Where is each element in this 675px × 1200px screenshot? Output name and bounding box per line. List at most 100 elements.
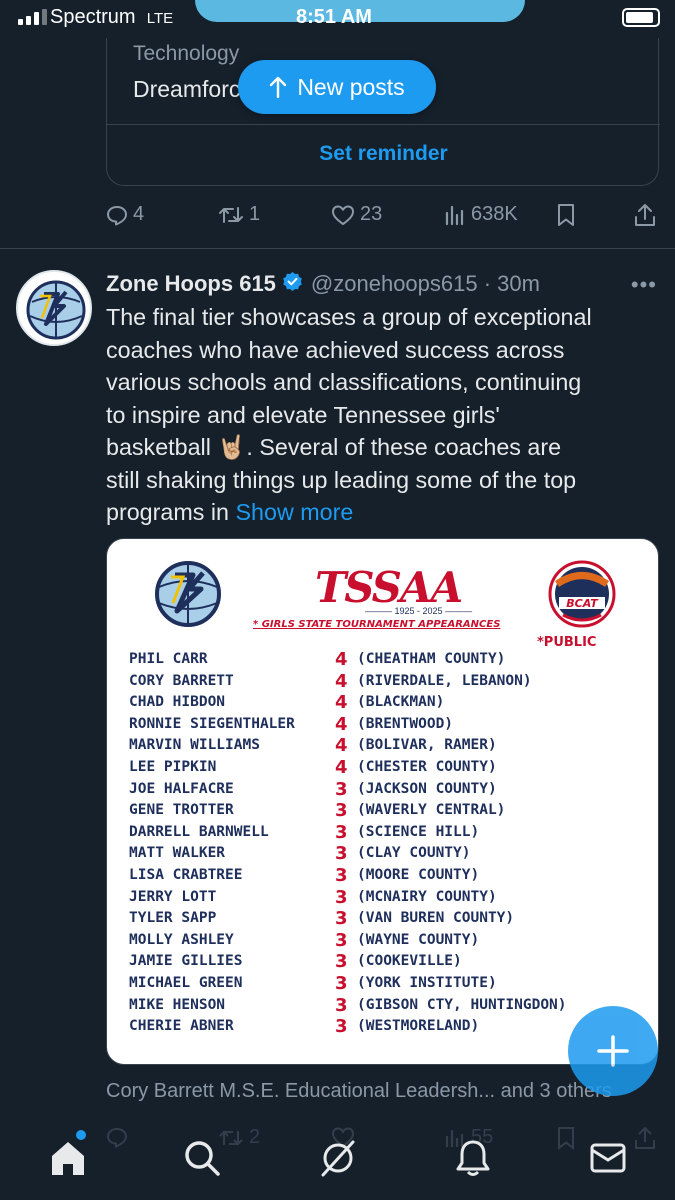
grok-icon: [321, 1140, 355, 1177]
bcat-logo: BCAT: [547, 559, 617, 634]
dot-separator: ·: [477, 271, 498, 296]
appearance-count: 4: [335, 692, 348, 714]
appearance-count: 4: [335, 735, 348, 757]
display-name[interactable]: Zone Hoops 615: [106, 271, 276, 297]
set-reminder-button[interactable]: Set reminder: [107, 132, 660, 166]
coach-name: MOLLY ASHLEY: [129, 931, 234, 948]
coach-name: GENE TROTTER: [129, 802, 234, 819]
post-header: Zone Hoops 615 @zonehoops615 · 30m •••: [106, 268, 661, 300]
post-text-line: coaches who have achieved success across: [106, 336, 565, 363]
post-text-line: various schools and classifications, con…: [106, 369, 582, 395]
coach-name: JAMIE GILLIES: [129, 953, 243, 970]
appearance-count: 3: [335, 778, 348, 800]
post-image[interactable]: TSSAA ——— 1925 - 2025 ——— * GIRLS STATE …: [106, 538, 659, 1065]
show-more-link[interactable]: Show more: [236, 499, 354, 525]
battery-icon: [622, 8, 660, 27]
coach-schools: (WESTMORELAND): [357, 1018, 480, 1035]
reply-icon: [107, 205, 127, 225]
coach-name: MATT WALKER: [129, 845, 226, 862]
coach-name: JERRY LOTT: [129, 888, 217, 905]
share-button[interactable]: [634, 203, 656, 227]
reply-button[interactable]: 4: [106, 203, 144, 226]
coach-schools: (BLACKMAN): [357, 694, 445, 711]
coach-schools: (RIVERDALE, LEBANON): [357, 672, 532, 689]
coach-schools: (GIBSON CTY, HUNTINGDON): [357, 996, 567, 1013]
tssaa-years: ——— 1925 - 2025 ———: [365, 606, 473, 616]
coach-schools: (JACKSON COUNTY): [357, 780, 497, 797]
home-icon: [52, 1142, 84, 1175]
coach-name: DARRELL BARNWELL: [129, 823, 269, 840]
views-button[interactable]: 638K: [444, 203, 518, 226]
nav-grok[interactable]: [316, 1136, 360, 1180]
more-options-icon[interactable]: •••: [631, 272, 657, 298]
signal-icon: [18, 9, 47, 25]
coach-name: MICHAEL GREEN: [129, 975, 243, 991]
zone-hoops-logo: [153, 559, 223, 634]
post-text-line: The final tier showcases a group of exce…: [106, 304, 592, 330]
coach-schools: (COOKEVILLE): [357, 953, 462, 970]
home-notification-dot: [76, 1130, 86, 1140]
graphic-subtitle: * GIRLS STATE TOURNAMENT APPEARANCES: [253, 619, 501, 630]
nav-notifications[interactable]: [451, 1136, 495, 1180]
carrier-label: Spectrum LTE: [50, 6, 174, 28]
like-count: 23: [360, 203, 383, 225]
status-bar: Spectrum LTE 8:51 AM: [0, 0, 675, 38]
public-note: *PUBLIC: [537, 635, 597, 650]
repost-icon: [219, 206, 243, 223]
arrow-up-icon: [270, 76, 287, 98]
post-text-line: to inspire and elevate Tennessee girls': [106, 401, 500, 428]
coach-schools: (MCNAIRY COUNTY): [357, 888, 497, 905]
coach-schools: (WAYNE COUNTY): [357, 931, 480, 948]
handle[interactable]: @zonehoops615: [311, 271, 478, 297]
post-time[interactable]: 30m: [497, 271, 540, 297]
bottom-navigation: [0, 1110, 675, 1200]
messages-icon: [590, 1143, 626, 1173]
svg-text:BCAT: BCAT: [566, 597, 599, 610]
appearance-count: 3: [335, 843, 348, 865]
coach-schools: (YORK INSTITUTE): [357, 975, 497, 991]
post-text-line: still shaking things up leading some of …: [106, 466, 577, 493]
appearance-count: 3: [335, 1016, 348, 1038]
next-post-peek: [0, 1190, 675, 1200]
appearance-count: 4: [335, 713, 348, 735]
tssaa-logo: TSSAA: [315, 563, 463, 612]
post-text-tail: programs in: [106, 499, 230, 525]
reply-count: 4: [133, 203, 145, 225]
coach-name: CHAD HIBDON: [129, 694, 226, 711]
view-count: 638K: [471, 203, 518, 225]
nav-messages[interactable]: [586, 1136, 630, 1180]
coach-name: CORY BARRETT: [129, 672, 234, 689]
coach-name: LEE PIPKIN: [129, 759, 217, 775]
coach-name: TYLER SAPP: [129, 910, 217, 927]
appearance-count: 3: [335, 994, 348, 1016]
coach-schools: (BRENTWOOD): [357, 715, 454, 732]
bookmark-button[interactable]: [556, 203, 576, 227]
card-divider: [107, 124, 660, 125]
liked-by-text[interactable]: Cory Barrett M.S.E. Educational Leadersh…: [106, 1080, 612, 1103]
notifications-icon: [456, 1140, 490, 1176]
repost-button[interactable]: 1: [218, 203, 260, 226]
new-posts-label: New posts: [297, 73, 405, 100]
compose-post-button[interactable]: [568, 1006, 658, 1096]
appearance-count: 4: [335, 670, 348, 692]
coach-name: RONNIE SIEGENTHALER: [129, 715, 295, 732]
appearance-count: 3: [335, 865, 348, 886]
nav-home[interactable]: [46, 1136, 90, 1180]
coach-name: MARVIN WILLIAMS: [129, 737, 260, 754]
plus-icon: [597, 1035, 629, 1067]
coach-schools: (CHEATHAM COUNTY): [357, 651, 506, 667]
views-icon: [445, 205, 464, 225]
appearance-count: 3: [335, 973, 348, 994]
appearance-count: 3: [335, 821, 348, 843]
avatar[interactable]: [16, 270, 92, 346]
nav-search[interactable]: [180, 1136, 224, 1180]
coach-name: PHIL CARR: [129, 651, 208, 667]
coach-schools: (BOLIVAR, RAMER): [357, 737, 497, 754]
new-posts-button[interactable]: New posts: [238, 60, 436, 114]
previous-post-actions: 4 1 23 638K: [106, 203, 659, 233]
verified-badge-icon: [282, 271, 303, 297]
clock: 8:51 AM: [296, 6, 372, 28]
coach-name: CHERIE ABNER: [129, 1018, 234, 1035]
coach-schools: (VAN BUREN COUNTY): [357, 910, 515, 927]
like-button[interactable]: 23: [331, 203, 382, 226]
